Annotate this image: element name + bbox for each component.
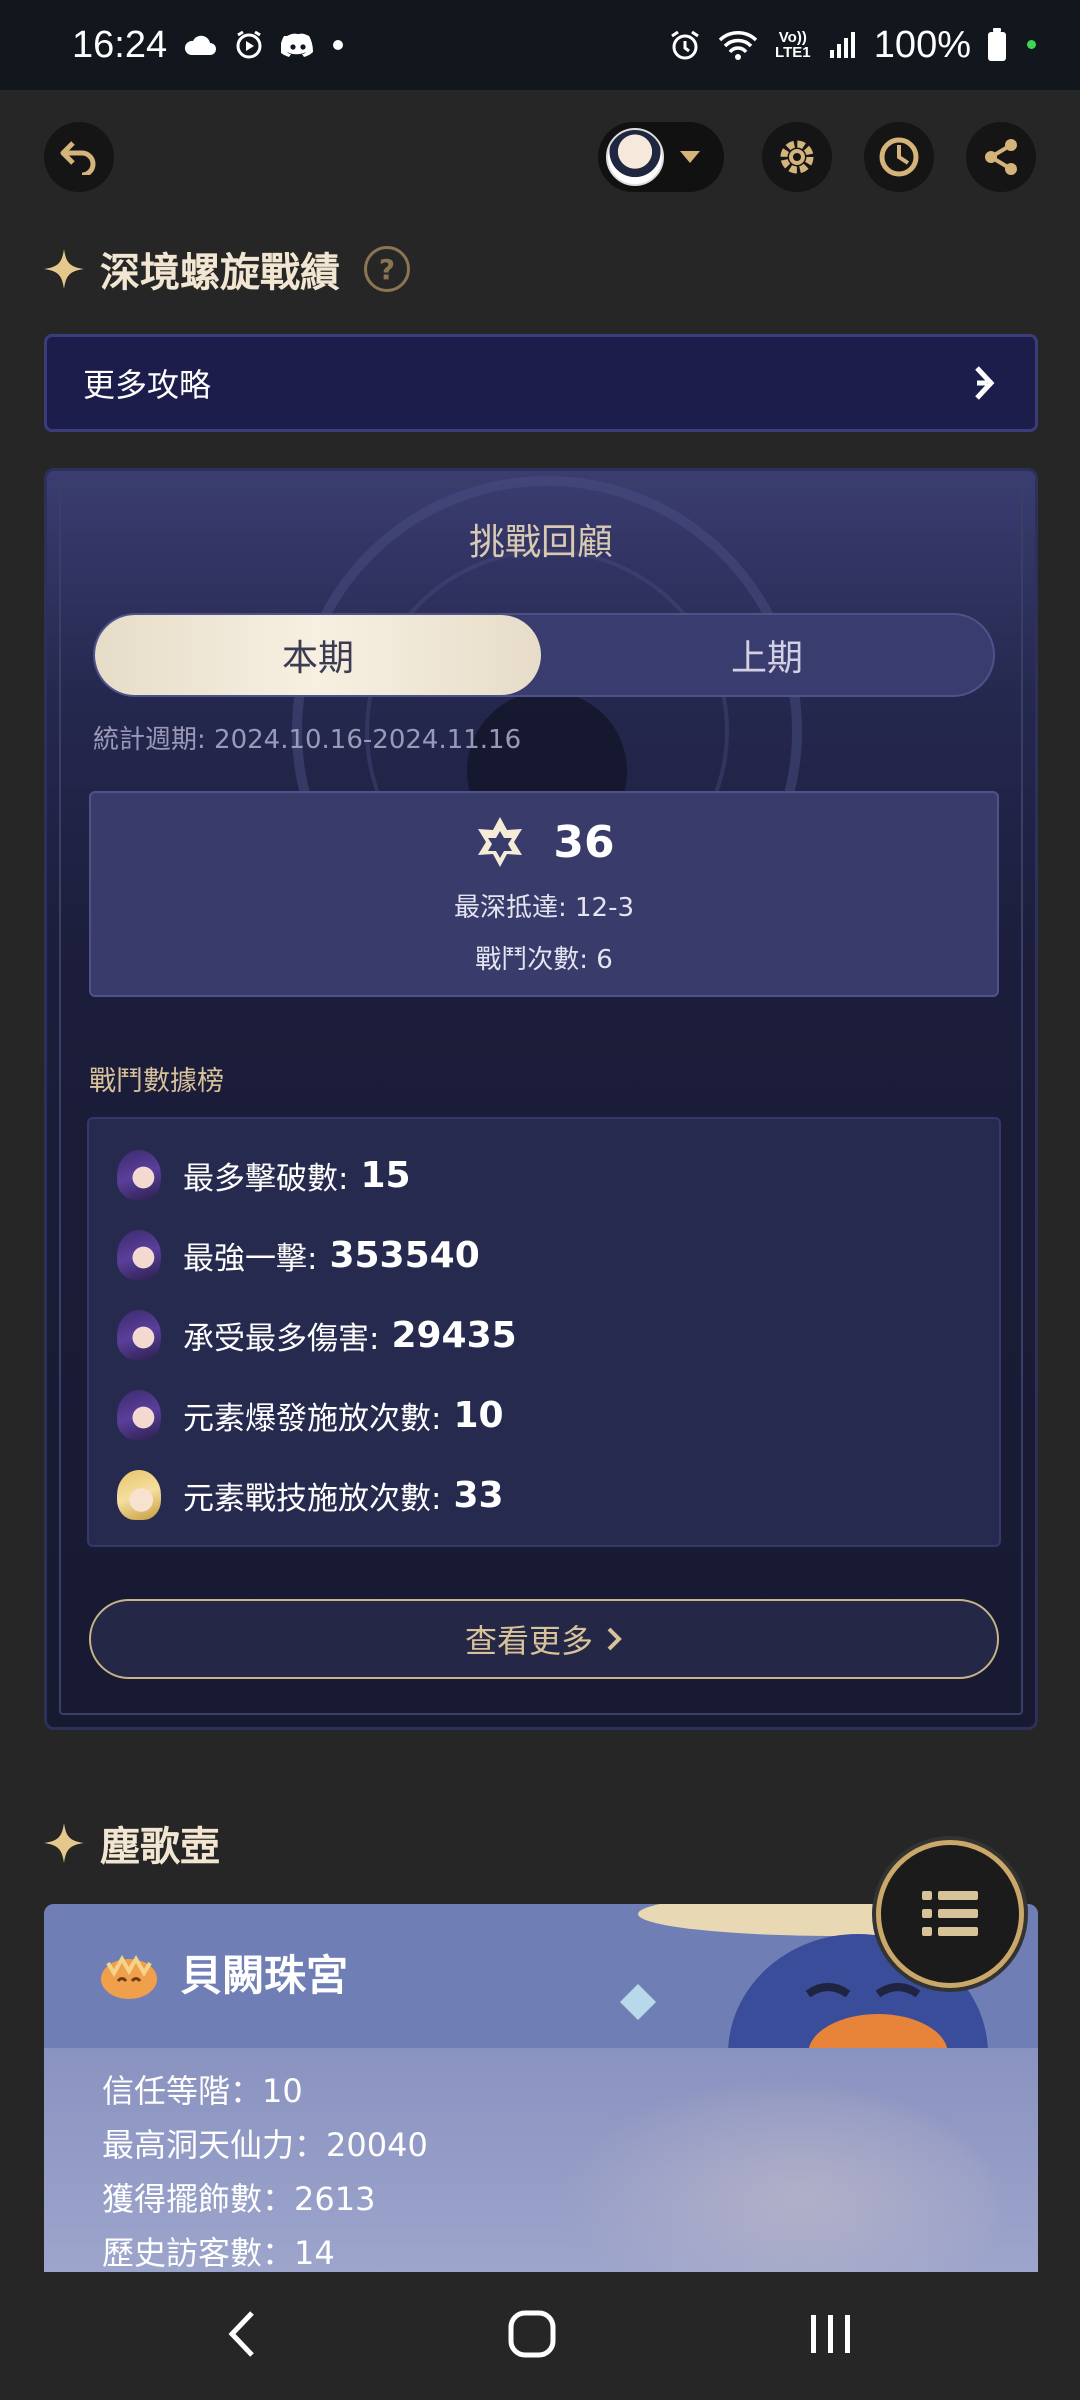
ranking-label-text: 最強一擊: [183, 1240, 318, 1277]
star-total: 36 [91, 815, 997, 869]
chevron-right-icon [607, 1627, 622, 1651]
help-icon[interactable]: ? [364, 246, 410, 292]
ranking-row: 元素爆發施放次數: 10 [117, 1385, 504, 1445]
wifi-icon [718, 29, 758, 61]
teapot-section-header: 塵歌壺 [44, 1814, 220, 1872]
account-switcher[interactable] [598, 122, 724, 192]
signal-icon [828, 30, 858, 60]
character-avatar [117, 1150, 161, 1200]
section-title: 塵歌壺 [100, 1824, 220, 1870]
share-button[interactable] [966, 122, 1036, 192]
menu-fab-button[interactable] [876, 1840, 1024, 1988]
card-title: 挑戰回顧 [468, 522, 613, 563]
ranking-row: 最強一擊: 353540 [117, 1225, 480, 1285]
gear-icon [780, 140, 814, 174]
abyss-star-icon [478, 817, 523, 867]
ranking-label: 戰鬥數據榜 [89, 1066, 224, 1097]
ranking-row: 元素戰技施放次數: 33 [117, 1465, 504, 1525]
abyss-section-header: 深境螺旋戰績 ? [44, 240, 410, 298]
tab-current-period[interactable]: 本期 [95, 615, 541, 695]
chevron-down-icon [680, 151, 700, 163]
ranking-label-text: 元素戰技施放次數: [183, 1480, 442, 1517]
deepest-floor: 最深抵達: 12-3 [453, 893, 635, 923]
view-more-label: 查看更多 [464, 1622, 593, 1660]
share-icon [985, 139, 1017, 175]
ranking-value: 15 [360, 1154, 411, 1196]
sparkle-icon [44, 249, 84, 289]
stars-count: 36 [553, 816, 615, 868]
home-square-icon [508, 2310, 556, 2358]
avatar [606, 128, 664, 186]
teapot-info-panel: 信任等階：10 最高洞天仙力：20040 獲得擺飾數：2613 歷史訪客數：14 [44, 2048, 1038, 2272]
sparkle-icon [44, 1823, 84, 1863]
ranking-label-text: 最多擊破數: [183, 1160, 349, 1197]
nav-recents-button[interactable] [808, 2311, 854, 2361]
list-icon [922, 1891, 978, 1936]
status-left: 16:24 [72, 24, 345, 67]
chevron-left-icon [228, 2311, 254, 2357]
character-avatar [117, 1230, 161, 1280]
furnishings-count: 獲得擺飾數：2613 [102, 2180, 376, 2218]
top-toolbar [44, 122, 1036, 212]
tab-label: 本期 [281, 638, 354, 679]
blurred-realm-preview [558, 2088, 998, 2272]
view-more-button[interactable]: 查看更多 [89, 1599, 999, 1679]
stat-period: 統計週期: 2024.10.16-2024.11.16 [93, 725, 522, 755]
volte-icon: Vo)) LTE1 [775, 29, 811, 61]
nav-back-button[interactable] [226, 2309, 256, 2363]
recents-icon [811, 2315, 850, 2353]
section-title: 深境螺旋戰績 [100, 250, 340, 296]
battery-icon [987, 28, 1007, 62]
clock-swirl-icon [879, 137, 919, 177]
status-time: 16:24 [72, 23, 168, 66]
ranking-row: 承受最多傷害: 29435 [117, 1305, 517, 1365]
alarm-play-icon [233, 29, 265, 61]
cloud-icon [183, 33, 217, 57]
teapot-card[interactable]: 貝闕珠宮 信任等階：10 最高洞天仙力：20040 獲得擺飾數：2613 歷史訪… [44, 1904, 1038, 2272]
ranking-value: 353540 [329, 1234, 480, 1276]
battery-percent: 100% [873, 23, 971, 66]
history-button[interactable] [864, 122, 934, 192]
more-guides-label: 更多攻略 [83, 366, 212, 404]
character-avatar [117, 1470, 161, 1520]
system-nav-bar [0, 2272, 1080, 2400]
ranking-row: 最多擊破數: 15 [117, 1145, 411, 1205]
settings-button[interactable] [762, 122, 832, 192]
discord-icon [281, 32, 315, 58]
tab-previous-period[interactable]: 上期 [541, 615, 993, 695]
ranking-label-text: 元素爆發施放次數: [183, 1400, 442, 1437]
character-avatar [117, 1310, 161, 1360]
status-bar: 16:24 Vo)) LTE1 100% [0, 0, 1080, 90]
realm-name-row: 貝闕珠宮 [96, 1942, 348, 2003]
trust-rank: 信任等階：10 [102, 2072, 303, 2110]
period-toggle: 本期 上期 [93, 613, 995, 697]
character-avatar [117, 1390, 161, 1440]
undo-arrow-icon [60, 141, 96, 175]
privacy-indicator-dot [1027, 39, 1036, 49]
visitor-count: 歷史訪客數：14 [102, 2234, 335, 2272]
nav-home-button[interactable] [508, 2310, 556, 2362]
chevron-right-icon [975, 366, 995, 400]
more-guides-button[interactable]: 更多攻略 [44, 334, 1038, 432]
status-right: Vo)) LTE1 100% [668, 24, 1036, 67]
adeptal-energy: 最高洞天仙力：20040 [102, 2126, 428, 2164]
realm-name: 貝闕珠宮 [180, 1951, 349, 2000]
ranking-value: 29435 [391, 1314, 517, 1356]
tab-label: 上期 [730, 638, 803, 679]
abyss-review-card: 挑戰回顧 本期 上期 統計週期: 2024.10.16-2024.11.16 3… [44, 468, 1038, 1730]
summary-box: 36 最深抵達: 12-3 戰鬥次數: 6 [89, 791, 999, 997]
notification-dot-icon [331, 38, 345, 52]
alarm-icon [668, 28, 702, 62]
ranking-label-text: 承受最多傷害: [183, 1320, 380, 1357]
page: 深境螺旋戰績 ? 更多攻略 挑戰回顧 本期 上期 統計週期: 2024.10.1… [0, 90, 1080, 2272]
battle-count: 戰鬥次數: 6 [475, 945, 613, 975]
back-button[interactable] [44, 122, 114, 192]
ranking-value: 33 [453, 1474, 504, 1516]
teapot-spirit-icon [101, 1954, 157, 1999]
ranking-list: 最多擊破數: 15 最強一擊: 353540 承受最多傷害: 29435 元素爆… [87, 1117, 1001, 1547]
ranking-value: 10 [453, 1394, 504, 1436]
